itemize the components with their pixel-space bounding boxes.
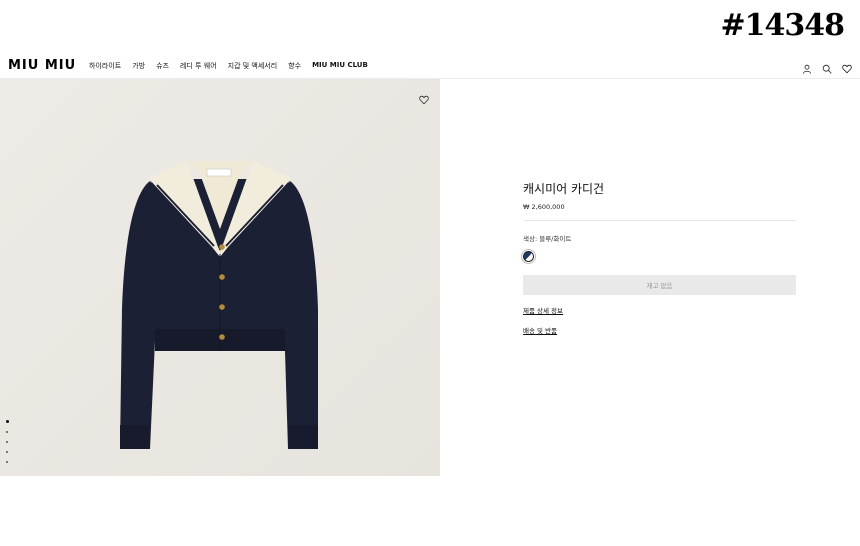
- gallery-dot-1[interactable]: [6, 420, 9, 423]
- divider: [523, 220, 796, 221]
- menu-item-highlights[interactable]: 하이라이트: [89, 61, 121, 71]
- button-2: [219, 274, 225, 280]
- gallery-dot-3[interactable]: [6, 441, 8, 443]
- top-nav: MIU MIU 하이라이트 가방 슈즈 레디 투 웨어 지갑 및 액세서리 향수…: [0, 52, 860, 79]
- right-cuff: [288, 425, 318, 449]
- menu-item-ready-to-wear[interactable]: 레디 투 웨어: [180, 61, 217, 71]
- color-swatch-blue-white[interactable]: [521, 249, 536, 264]
- product-title: 캐시미어 카디건: [523, 182, 605, 196]
- search-icon[interactable]: [822, 59, 832, 74]
- button-1: [219, 244, 225, 250]
- product-price: ₩ 2,600,000: [523, 203, 565, 211]
- product-info: 캐시미어 카디건 ₩ 2,600,000 색상: 블루/화이트 재고 없음 제품…: [521, 180, 796, 335]
- user-icon[interactable]: [802, 59, 812, 74]
- wishlist-icon[interactable]: [842, 59, 852, 74]
- main-menu: 하이라이트 가방 슈즈 레디 투 웨어 지갑 및 액세서리 향수 MIU MIU…: [89, 61, 368, 71]
- gallery-dot-2[interactable]: [6, 431, 8, 433]
- out-of-stock-button[interactable]: 재고 없음: [523, 275, 796, 295]
- utility-icons: [802, 59, 852, 74]
- brand-label: [206, 168, 232, 177]
- menu-item-fragrance[interactable]: 향수: [288, 61, 301, 71]
- gallery-dot-5[interactable]: [6, 461, 8, 463]
- color-label: 색상: 블루/화이트: [523, 235, 572, 243]
- gallery-dot-4[interactable]: [6, 451, 8, 453]
- favorite-heart-icon[interactable]: [419, 90, 429, 105]
- left-cuff: [120, 425, 150, 449]
- menu-item-bags[interactable]: 가방: [132, 61, 145, 71]
- menu-item-accessories[interactable]: 지갑 및 액세서리: [228, 61, 278, 71]
- menu-item-shoes[interactable]: 슈즈: [156, 61, 169, 71]
- button-4: [219, 334, 225, 340]
- image-tag: #14348: [720, 8, 845, 43]
- menu-item-club[interactable]: MIU MIU CLUB: [312, 61, 368, 71]
- gallery-pagination: [6, 420, 9, 463]
- brand-logo[interactable]: MIU MIU: [8, 58, 76, 73]
- button-3: [219, 304, 225, 310]
- cardigan-illustration: [120, 161, 318, 449]
- shipping-returns-link[interactable]: 배송 및 반품: [523, 325, 796, 335]
- product-details-link[interactable]: 제품 상세 정보: [523, 305, 796, 315]
- product-image: [0, 79, 440, 476]
